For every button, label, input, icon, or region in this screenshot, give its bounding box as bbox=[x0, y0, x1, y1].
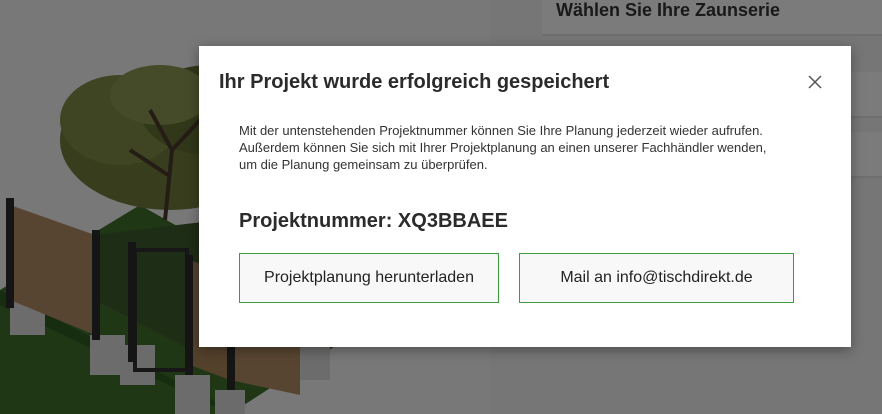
download-project-button-label: Projektplanung herunterladen bbox=[264, 269, 474, 286]
save-confirmation-dialog: Ihr Projekt wurde erfolgreich gespeicher… bbox=[199, 46, 851, 347]
description-line: um die Planung gemeinsam zu überprüfen. bbox=[239, 157, 488, 172]
download-project-button[interactable]: Projektplanung herunterladen bbox=[239, 253, 499, 303]
mail-dealer-button-label: Mail an info@tischdirekt.de bbox=[560, 269, 753, 286]
close-icon bbox=[808, 75, 822, 89]
description-line: Außerdem können Sie sich mit Ihrer Proje… bbox=[239, 140, 767, 155]
project-number: Projektnummer: XQ3BBAEE bbox=[239, 210, 508, 232]
mail-dealer-button[interactable]: Mail an info@tischdirekt.de bbox=[519, 253, 794, 303]
dialog-title: Ihr Projekt wurde erfolgreich gespeicher… bbox=[219, 71, 610, 93]
dialog-description: Mit der untenstehenden Projektnummer kön… bbox=[239, 122, 829, 173]
app-stage: Wählen Sie Ihre Zaunserie Ihr Projekt wu… bbox=[0, 0, 882, 414]
description-line: Mit der untenstehenden Projektnummer kön… bbox=[239, 123, 763, 138]
close-button[interactable] bbox=[805, 72, 825, 92]
